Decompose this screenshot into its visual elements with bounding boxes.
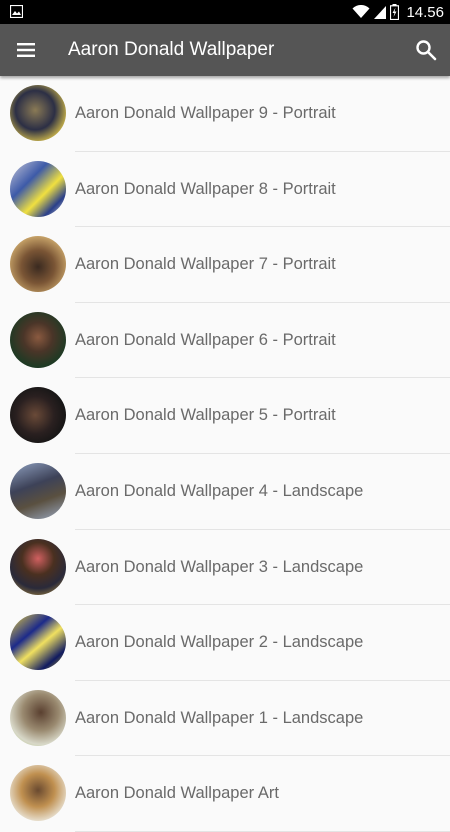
list-item-label: Aaron Donald Wallpaper 9 - Portrait [75,104,336,122]
status-time: 14.56 [406,3,444,21]
battery-icon [390,4,400,20]
list-item[interactable]: Aaron Donald Wallpaper 7 - Portrait [0,227,450,303]
list-item-label: Aaron Donald Wallpaper 5 - Portrait [75,406,336,425]
list-item-label: Aaron Donald Wallpaper Art [75,784,279,803]
list-item[interactable]: Aaron Donald Wallpaper 5 - Portrait [0,378,450,454]
list-item-label: Aaron Donald Wallpaper 1 - Landscape [75,708,364,727]
gallery-icon [10,5,23,18]
wallpaper-thumbnail [10,462,66,519]
list-item[interactable]: Aaron Donald Wallpaper 1 - Landscape [0,681,450,757]
list-item-label: Aaron Donald Wallpaper 6 - Portrait [75,330,336,349]
wallpaper-thumbnail [10,614,66,671]
list-item-label: Aaron Donald Wallpaper 7 - Portrait [75,255,336,274]
wallpaper-thumbnail [10,387,66,444]
wallpaper-thumbnail [10,538,66,595]
page-title: Aaron Donald Wallpaper [68,39,275,60]
list-item[interactable]: Aaron Donald Wallpaper 2 - Landscape [0,605,450,681]
wallpaper-list: Aaron Donald Wallpaper 9 - Portrait Aaro… [0,76,450,832]
list-item-label: Aaron Donald Wallpaper 3 - Landscape [75,557,364,576]
wallpaper-thumbnail [10,689,66,746]
wallpaper-thumbnail [10,85,66,141]
signal-icon [374,6,387,19]
list-item-label: Aaron Donald Wallpaper 2 - Landscape [75,633,364,652]
status-icons: 14.56 [352,0,444,24]
wifi-icon [352,5,370,18]
wallpaper-thumbnail [10,160,66,217]
list-item[interactable]: Aaron Donald Wallpaper 9 - Portrait [0,76,450,152]
wallpaper-thumbnail [10,765,66,822]
app-toolbar: Aaron Donald Wallpaper [0,24,450,76]
status-bar: 14.56 [0,0,450,24]
list-item[interactable]: Aaron Donald Wallpaper 3 - Landscape [0,530,450,606]
wallpaper-thumbnail [10,236,66,293]
list-item[interactable]: Aaron Donald Wallpaper 8 - Portrait [0,152,450,228]
menu-icon[interactable] [16,40,36,60]
list-item-label: Aaron Donald Wallpaper 8 - Portrait [75,179,336,198]
list-item-label: Aaron Donald Wallpaper 4 - Landscape [75,481,364,500]
search-icon[interactable] [415,39,437,61]
list-item[interactable]: Aaron Donald Wallpaper 4 - Landscape [0,454,450,530]
list-item[interactable]: Aaron Donald Wallpaper 6 - Portrait [0,303,450,379]
list-item[interactable]: Aaron Donald Wallpaper Art [0,756,450,832]
wallpaper-thumbnail [10,311,66,368]
